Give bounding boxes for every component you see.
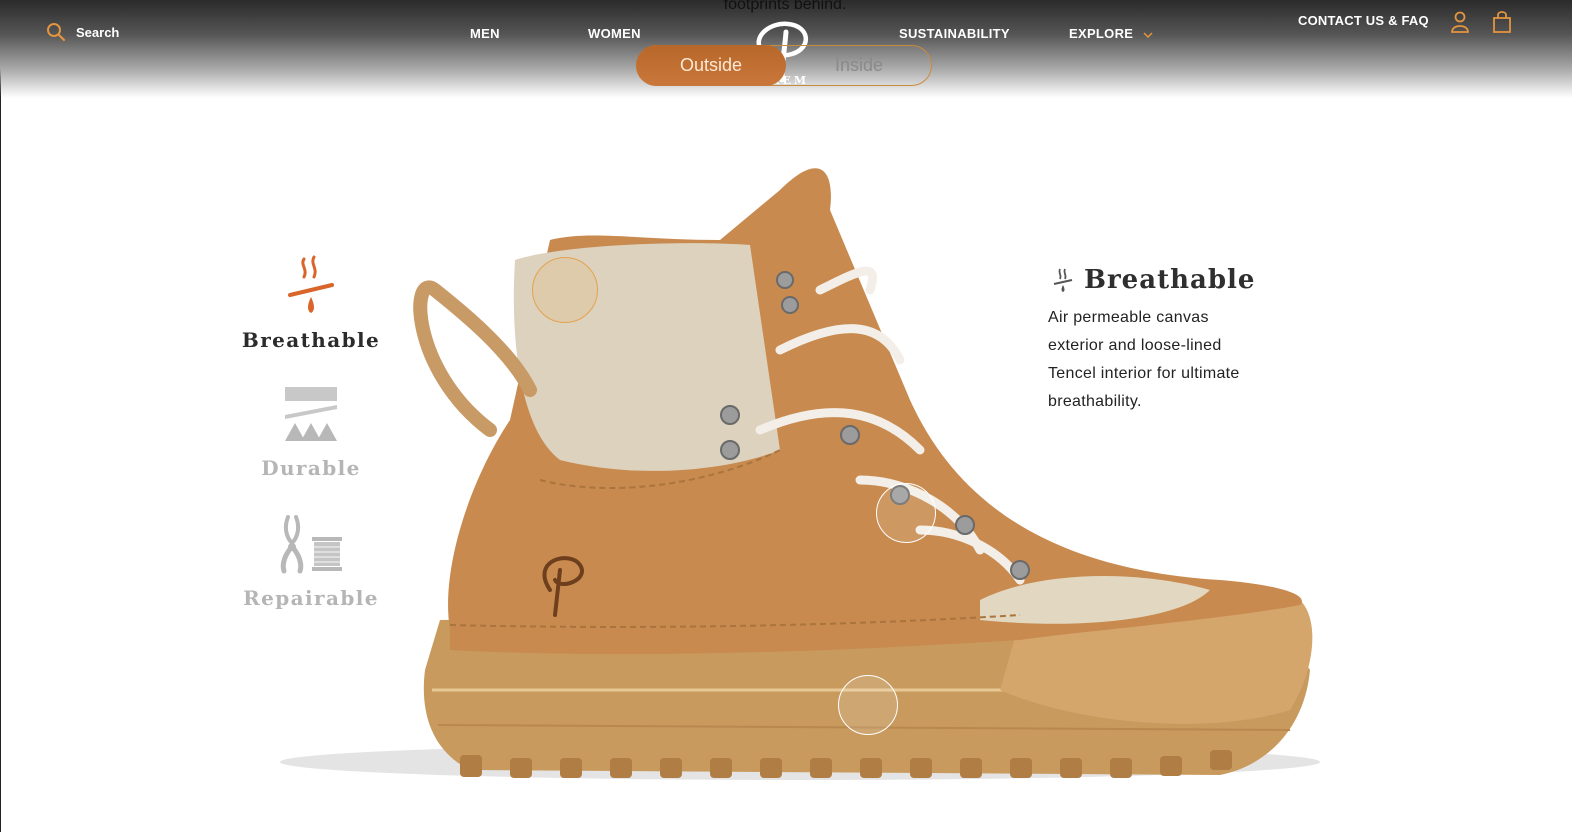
chevron-down-icon <box>1143 32 1153 38</box>
outside-inside-toggle: Outside Inside <box>636 45 932 86</box>
nav-sustainability[interactable]: SUSTAINABILITY <box>899 26 1010 41</box>
hotspot-repairable[interactable] <box>838 675 898 735</box>
hotspot-durable[interactable] <box>876 483 936 543</box>
search-icon <box>47 23 66 42</box>
hotspot-breathable[interactable] <box>532 257 598 323</box>
search-button[interactable]: Search <box>46 22 119 42</box>
search-label: Search <box>76 24 120 40</box>
detail-title-text: Breathable <box>1084 265 1256 295</box>
detail-title: Breathable <box>1052 265 1255 295</box>
nav-explore-label: EXPLORE <box>1069 26 1134 41</box>
hiking-boot-image <box>280 168 1320 780</box>
nav-men[interactable]: MEN <box>470 26 500 41</box>
nav-women[interactable]: WOMEN <box>588 26 641 41</box>
nav-explore[interactable]: EXPLORE <box>1069 26 1153 41</box>
detail-description: Air permeable canvas exterior and loose-… <box>1048 309 1240 410</box>
hero-tagline: footprints behind. <box>723 0 847 13</box>
page-border <box>0 0 1 832</box>
user-icon[interactable] <box>1450 10 1470 34</box>
breathable-icon <box>1053 268 1073 292</box>
cart-icon[interactable] <box>1492 10 1512 34</box>
toggle-inside[interactable]: Inside <box>787 46 931 84</box>
toggle-outside[interactable]: Outside <box>636 45 786 86</box>
contact-faq-link[interactable]: CONTACT US & FAQ <box>1298 13 1429 28</box>
